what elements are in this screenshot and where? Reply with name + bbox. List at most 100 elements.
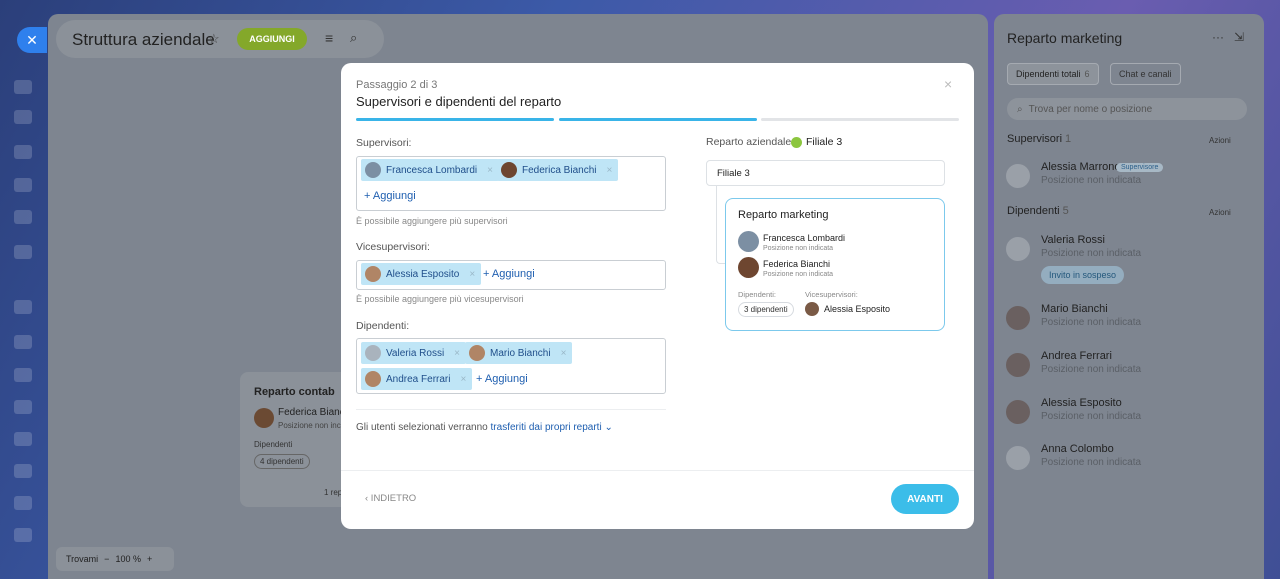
remove-icon[interactable]: ×	[469, 269, 481, 280]
progress-step-2	[559, 118, 757, 121]
next-button[interactable]: AVANTI	[891, 484, 959, 514]
add-supervisor-link[interactable]: + Aggiungi	[364, 190, 416, 202]
tree-employees-count: 3 dipendenti	[738, 302, 794, 317]
avatar	[365, 371, 381, 387]
supervisor-chip[interactable]: Federica Bianchi ×	[497, 159, 619, 181]
zoom-in-button[interactable]: +	[147, 554, 152, 564]
avatar	[1006, 164, 1030, 188]
progress-step-1	[356, 118, 554, 121]
avatar	[365, 266, 381, 282]
parent-department-label: Reparto aziendale:	[706, 136, 795, 148]
search-icon: ⌕	[1017, 103, 1023, 115]
pin-icon[interactable]: ☆	[208, 31, 220, 47]
deputies-label: Vicesupervisori:	[356, 241, 430, 253]
footer-divider	[341, 470, 974, 471]
add-button[interactable]: AGGIUNGI	[237, 28, 307, 50]
sidebar-icon[interactable]	[14, 80, 32, 94]
employee-chip[interactable]: Andrea Ferrari ×	[361, 368, 473, 390]
more-icon[interactable]: ···	[1212, 30, 1224, 44]
tab-chats-channels[interactable]: Chat e canali	[1110, 63, 1181, 85]
deputies-hint: È possibile aggiungere più vicesuperviso…	[356, 294, 524, 304]
supervisors-label: Supervisori:	[356, 137, 412, 149]
search-icon[interactable]: ⌕	[350, 30, 357, 46]
wizard-step: Passaggio 2 di 3	[356, 79, 438, 91]
subdepartments-count: 1 rep	[324, 488, 343, 497]
supervisor-chip[interactable]: Francesca Lombardi ×	[361, 159, 499, 181]
avatar	[365, 162, 381, 178]
sidebar-icon[interactable]	[14, 145, 32, 159]
sidebar-icon[interactable]	[14, 110, 32, 124]
zoom-out-button[interactable]: −	[104, 554, 109, 564]
supervisors-section-title: Supervisori 1	[1007, 133, 1072, 145]
employee-search-input[interactable]: ⌕ Trova per nome o posizione	[1007, 98, 1247, 120]
department-card-title: Reparto contab	[254, 386, 335, 398]
tab-total-employees[interactable]: Dipendenti totali 6	[1007, 63, 1099, 85]
collapse-icon[interactable]: ⇲	[1234, 30, 1244, 44]
zoom-value: 100 %	[115, 554, 141, 564]
page-title: Struttura aziendale	[72, 30, 215, 49]
transfer-link[interactable]: trasferiti dai propri reparti	[491, 422, 602, 433]
transfer-note: Gli utenti selezionati verranno trasferi…	[356, 422, 613, 433]
add-employee-link[interactable]: + Aggiungi	[476, 373, 528, 385]
close-icon[interactable]: ×	[944, 76, 952, 92]
avatar	[1006, 446, 1030, 470]
sidebar-icon[interactable]	[14, 210, 32, 224]
tree-employees-label: Dipendenti:	[738, 290, 776, 299]
sidebar-icon[interactable]	[14, 464, 32, 478]
avatar	[501, 162, 517, 178]
parent-department-value[interactable]: Filiale 3	[806, 136, 842, 148]
avatar	[738, 231, 759, 252]
avatar	[1006, 237, 1030, 261]
remove-icon[interactable]: ×	[460, 374, 472, 385]
supervisors-actions-button[interactable]: Azioni	[1209, 136, 1231, 145]
supervisors-hint: È possibile aggiungere più supervisori	[356, 216, 508, 226]
avatar	[1006, 353, 1030, 377]
sidebar-icon[interactable]	[14, 368, 32, 382]
sidebar-icon[interactable]	[14, 400, 32, 414]
employees-section-title: Dipendenti 5	[1007, 205, 1069, 217]
sidebar-icon[interactable]	[14, 496, 32, 510]
department-card[interactable]: Reparto contab Federica Bianc Posizione …	[240, 372, 350, 507]
employees-label: Dipendenti	[254, 440, 293, 449]
avatar	[1006, 400, 1030, 424]
hamburger-icon[interactable]: ≡	[325, 30, 333, 46]
employees-actions-button[interactable]: Azioni	[1209, 208, 1231, 217]
add-deputy-link[interactable]: + Aggiungi	[483, 268, 535, 280]
remove-icon[interactable]: ×	[561, 348, 573, 359]
supervisor-badge: Supervisore	[1116, 163, 1164, 172]
deputy-chip[interactable]: Alessia Esposito ×	[361, 263, 482, 285]
avatar	[254, 408, 274, 428]
wizard-title: Supervisori e dipendenti del reparto	[356, 94, 562, 109]
sidebar-icon[interactable]	[14, 245, 32, 259]
sidebar-icon[interactable]	[14, 432, 32, 446]
avatar	[738, 257, 759, 278]
sidebar-icon[interactable]	[14, 335, 32, 349]
sidebar-icon[interactable]	[14, 178, 32, 192]
progress-step-3	[761, 118, 959, 121]
sidebar-icon[interactable]	[14, 528, 32, 542]
pending-invite-badge[interactable]: Invito in sospeso	[1041, 266, 1125, 284]
employees-count-badge[interactable]: 4 dipendenti	[254, 454, 310, 469]
find-me-button[interactable]: Trovami	[66, 554, 98, 564]
chevron-down-icon[interactable]: ⌄	[602, 422, 612, 433]
avatar	[805, 302, 819, 316]
back-button[interactable]: ‹ INDIETRO	[365, 493, 416, 504]
divider	[356, 409, 666, 410]
employee-chip[interactable]: Mario Bianchi ×	[465, 342, 573, 364]
remove-icon[interactable]: ×	[606, 165, 618, 176]
employees-label: Dipendenti:	[356, 320, 410, 332]
avatar	[365, 345, 381, 361]
close-slider-button[interactable]: ✕	[17, 27, 47, 53]
department-icon	[791, 137, 802, 148]
avatar	[469, 345, 485, 361]
tree-card-title: Reparto marketing	[738, 209, 829, 221]
tree-deputy-name: Alessia Esposito	[824, 304, 891, 314]
employee-chip[interactable]: Valeria Rossi ×	[361, 342, 467, 364]
person-position: Posizione non inc	[278, 421, 341, 430]
tree-deputies-label: Vicesupervisori:	[805, 290, 858, 299]
zoom-bar: Trovami − 100 % +	[56, 547, 174, 571]
avatar	[1006, 306, 1030, 330]
tree-parent-node: Filiale 3	[706, 160, 945, 186]
person-name: Federica Bianc	[278, 407, 345, 418]
sidebar-icon[interactable]	[14, 300, 32, 314]
